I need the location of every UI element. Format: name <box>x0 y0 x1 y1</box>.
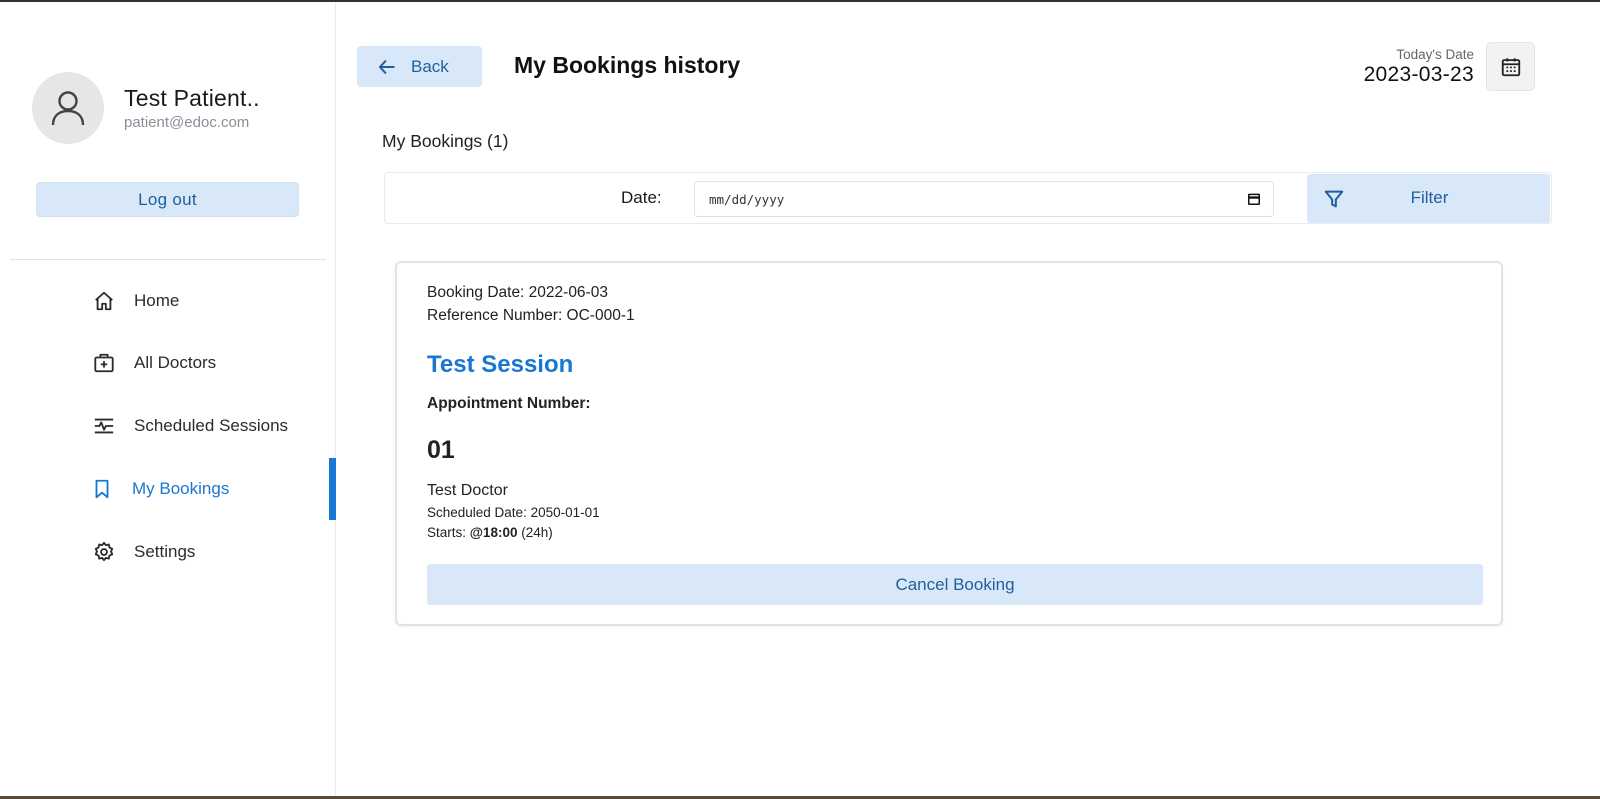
back-button[interactable]: Back <box>357 46 482 87</box>
start-prefix: Starts: <box>427 525 470 540</box>
home-icon <box>92 289 116 313</box>
booking-card: Booking Date: 2022-06-03 Reference Numbe… <box>395 261 1503 626</box>
today-date-block: Today's Date 2023-03-23 <box>1364 47 1474 87</box>
doctor-name: Test Doctor <box>427 482 508 499</box>
user-icon <box>51 91 85 126</box>
page-title: My Bookings history <box>514 52 741 78</box>
avatar <box>32 72 104 144</box>
start-suffix: (24h) <box>517 525 553 540</box>
medical-bag-icon <box>92 351 116 375</box>
profile: Test Patient.. patient@edoc.com <box>32 72 260 144</box>
sidebar-item-settings[interactable]: Settings <box>0 521 336 583</box>
date-input[interactable]: mm/dd/yyyy <box>694 181 1274 217</box>
calendar-icon <box>1501 57 1520 76</box>
back-label: Back <box>411 56 449 76</box>
sidebar-item-label: Home <box>134 291 180 310</box>
today-label: Today's Date <box>1396 47 1474 62</box>
sidebar-item-home[interactable]: Home <box>0 270 336 332</box>
filter-bar: Date: mm/dd/yyyy Filter <box>384 172 1552 224</box>
profile-name: Test Patient.. <box>124 85 260 111</box>
sidebar-item-my-bookings[interactable]: My Bookings <box>0 458 336 520</box>
sidebar-item-label: My Bookings <box>132 479 230 498</box>
active-indicator <box>329 458 336 520</box>
start-time-value: @18:00 <box>469 525 518 540</box>
appointment-label: Appointment Number: <box>427 395 591 412</box>
section-title: My Bookings (1) <box>382 131 509 151</box>
cancel-booking-button[interactable]: Cancel Booking <box>427 564 1483 605</box>
reference-number: Reference Number: OC-000-1 <box>427 307 635 324</box>
appointment-number: 01 <box>427 436 455 464</box>
session-title: Test Session <box>427 351 574 378</box>
filter-label: Filter <box>1410 188 1449 207</box>
today-date: 2023-03-23 <box>1363 63 1474 86</box>
sidebar-item-label: Scheduled Sessions <box>134 416 289 435</box>
sidebar-item-label: Settings <box>134 542 196 561</box>
sidebar-item-scheduled-sessions[interactable]: Scheduled Sessions <box>0 395 336 457</box>
calendar-button[interactable] <box>1486 42 1535 91</box>
scheduled-date: Scheduled Date: 2050-01-01 <box>427 505 600 520</box>
arrow-left-icon <box>377 57 397 77</box>
sidebar-divider <box>10 259 326 260</box>
date-placeholder: mm/dd/yyyy <box>709 191 785 207</box>
bookmark-icon <box>90 477 114 501</box>
logout-button[interactable]: Log out <box>36 182 299 217</box>
booking-date: Booking Date: 2022-06-03 <box>427 284 608 301</box>
sidebar-item-label: All Doctors <box>134 353 217 372</box>
filter-button[interactable]: Filter <box>1307 174 1550 223</box>
gear-icon <box>92 540 116 564</box>
sidebar: Test Patient.. patient@edoc.com Log out … <box>0 2 336 796</box>
schedule-chart-icon <box>92 414 116 438</box>
date-label: Date: <box>621 188 662 207</box>
start-time: Starts: @18:00 (24h) <box>427 525 553 540</box>
sidebar-item-all-doctors[interactable]: All Doctors <box>0 332 336 394</box>
calendar-picker-icon[interactable] <box>1247 192 1261 206</box>
profile-email: patient@edoc.com <box>124 114 250 131</box>
